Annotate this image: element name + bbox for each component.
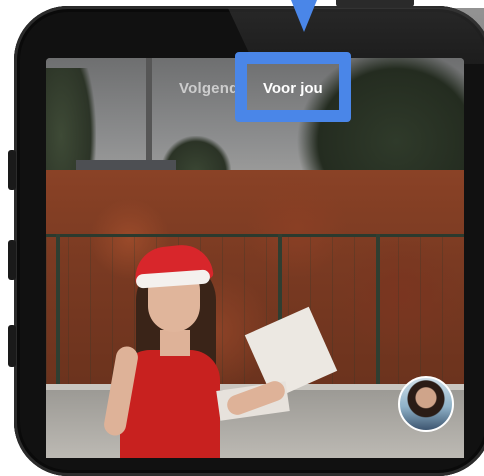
tab-following[interactable]: Volgend [179, 80, 238, 97]
highlight-box [235, 52, 351, 122]
video-background [56, 234, 60, 394]
side-button [8, 325, 16, 367]
side-button [8, 150, 16, 190]
pointer-arrow-icon [291, 0, 317, 32]
video-background [46, 234, 464, 237]
video-subject [160, 330, 190, 356]
video-subject [102, 238, 338, 458]
side-button [8, 240, 16, 280]
top-edge-button [336, 0, 414, 7]
video-background [376, 234, 380, 394]
profile-avatar-icon[interactable] [398, 376, 454, 432]
